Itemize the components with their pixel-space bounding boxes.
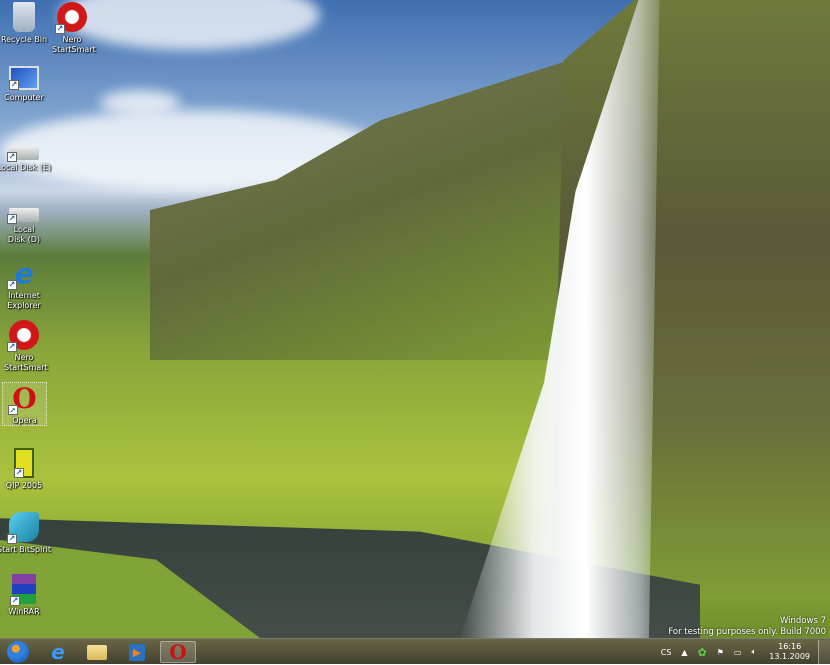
desktop-icon-local-disk-e[interactable]: ↗ Local Disk (E): [0, 136, 51, 173]
winrar-icon: ↗: [10, 574, 36, 606]
desktop-icon-internet-explorer[interactable]: e ↗ Internet Explorer: [0, 256, 48, 311]
clock-date: 13.1.2009: [769, 652, 810, 661]
watermark-subtitle: For testing purposes only. Build 7000: [668, 627, 826, 637]
taskbar: e ▶ O CS ▲ ✿ ⚑ ▭ 🔈︎ 16:16 13.1.2009: [0, 638, 830, 664]
start-button[interactable]: [0, 641, 36, 663]
clock-time: 16:16: [778, 642, 802, 651]
nero-icon: ↗: [7, 320, 39, 352]
action-center-flag-icon[interactable]: ⚑: [717, 648, 724, 657]
nero-icon: ↗: [55, 2, 87, 34]
build-watermark: Windows 7 For testing purposes only. Bui…: [668, 616, 826, 638]
taskbar-opera[interactable]: O: [160, 640, 196, 664]
desktop-icon-start-bitspirit[interactable]: ↗ Start BitSpirit: [0, 512, 51, 555]
desktop-icon-qip-2005[interactable]: ↗ QIP 2005: [0, 448, 48, 491]
recycle-bin-icon: [13, 2, 35, 32]
desktop-icon-local-disk-d[interactable]: ↗ Local Disk (D): [0, 198, 48, 245]
volume-icon[interactable]: 🔈︎: [751, 647, 756, 657]
show-hidden-icons-arrow[interactable]: ▲: [681, 648, 687, 657]
hard-disk-icon: ↗: [7, 208, 39, 224]
internet-explorer-icon: e: [51, 640, 65, 664]
desktop-wallpaper: [0, 0, 830, 638]
windows-orb-icon: [7, 641, 29, 663]
language-indicator[interactable]: CS: [661, 648, 672, 657]
internet-explorer-icon: e ↗: [7, 256, 34, 290]
watermark-title: Windows 7: [779, 616, 826, 626]
system-tray: CS ▲ ✿ ⚑ ▭ 🔈︎ 16:16 13.1.2009: [656, 639, 830, 665]
show-desktop-button[interactable]: [818, 640, 830, 664]
computer-icon: ↗: [9, 66, 39, 90]
network-icon[interactable]: ▭: [734, 648, 742, 657]
desktop-icon-nero-startsmart-2[interactable]: ↗ Nero StartSmart: [0, 320, 48, 373]
qip-icon: ↗: [14, 448, 34, 478]
opera-icon: O ↗: [7, 381, 37, 415]
opera-icon: O: [169, 640, 187, 664]
desktop-icon-nero-startsmart[interactable]: ↗ Nero StartSmart: [48, 2, 96, 55]
bitspirit-icon: ↗: [7, 512, 39, 544]
network-app-tray-icon[interactable]: ✿: [698, 646, 707, 659]
desktop-icon-winrar[interactable]: ↗ WinRAR: [0, 574, 48, 617]
hard-disk-icon: ↗: [7, 146, 39, 162]
taskbar-media-player[interactable]: ▶: [119, 641, 155, 663]
taskbar-windows-explorer[interactable]: [79, 641, 115, 663]
desktop-icon-computer[interactable]: ↗ Computer: [0, 66, 48, 103]
clock[interactable]: 16:16 13.1.2009: [769, 642, 810, 662]
media-player-icon: ▶: [129, 643, 145, 661]
desktop-icon-opera[interactable]: O ↗ Opera: [2, 382, 47, 426]
taskbar-internet-explorer[interactable]: e: [40, 640, 76, 664]
desktop-icon-recycle-bin[interactable]: Recycle Bin: [0, 2, 48, 45]
folder-icon: [87, 644, 107, 660]
